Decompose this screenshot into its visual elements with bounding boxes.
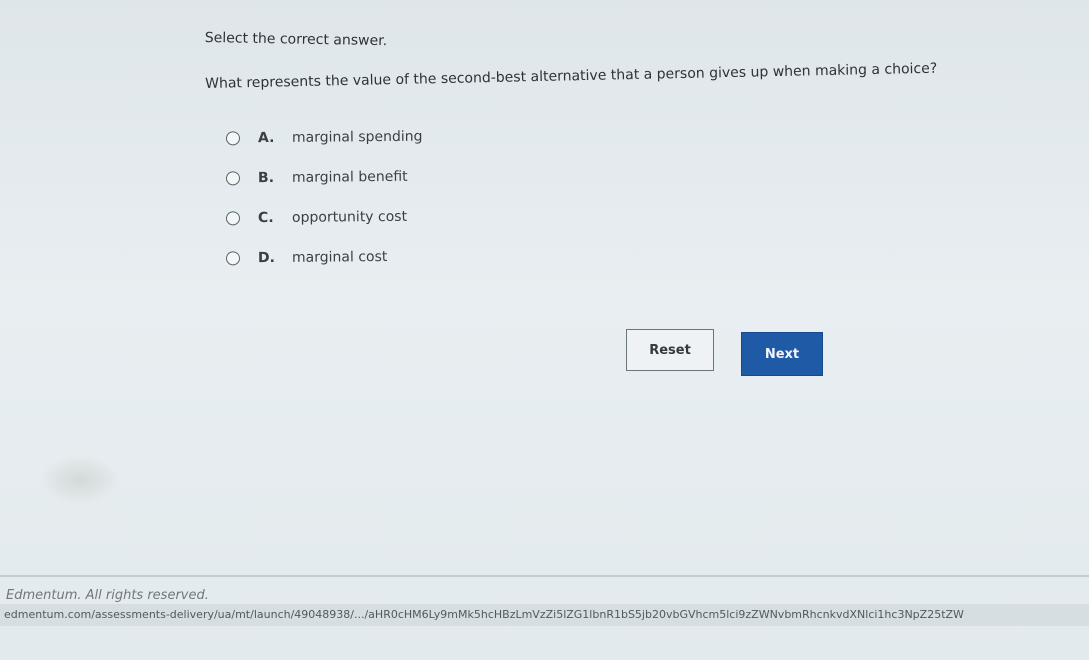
- option-letter: A.: [257, 129, 275, 147]
- radio-button-b[interactable]: [225, 171, 241, 186]
- radio-button-c[interactable]: [225, 211, 241, 226]
- status-url-bar: edmentum.com/assessments-delivery/ua/mt/…: [0, 604, 1089, 626]
- option-d[interactable]: D. marginal cost: [225, 245, 546, 270]
- footer-divider: [0, 575, 1089, 577]
- option-c[interactable]: C. opportunity cost: [225, 205, 546, 230]
- assessment-panel: Select the correct answer. What represen…: [0, 0, 1089, 660]
- option-b[interactable]: B. marginal benefit: [225, 165, 546, 190]
- instruction-text: Select the correct answer.: [204, 30, 388, 50]
- copyright-text: Edmentum. All rights reserved.: [6, 588, 209, 603]
- reset-button[interactable]: Reset: [626, 329, 714, 371]
- option-label: marginal benefit: [291, 168, 408, 186]
- option-letter: D.: [257, 249, 276, 267]
- action-buttons: Reset Next: [626, 329, 823, 376]
- background-smudge: [40, 455, 120, 505]
- option-label: opportunity cost: [291, 208, 408, 226]
- question-text: What represents the value of the second-…: [205, 60, 938, 92]
- option-letter: B.: [257, 169, 275, 187]
- radio-button-a[interactable]: [225, 131, 241, 146]
- option-letter: C.: [257, 209, 274, 227]
- next-button[interactable]: Next: [741, 332, 823, 376]
- radio-button-d[interactable]: [225, 251, 241, 266]
- answer-options: A. marginal spending B. marginal benefit…: [225, 125, 546, 286]
- option-a[interactable]: A. marginal spending: [225, 125, 546, 150]
- option-label: marginal cost: [291, 248, 388, 266]
- option-label: marginal spending: [291, 128, 423, 146]
